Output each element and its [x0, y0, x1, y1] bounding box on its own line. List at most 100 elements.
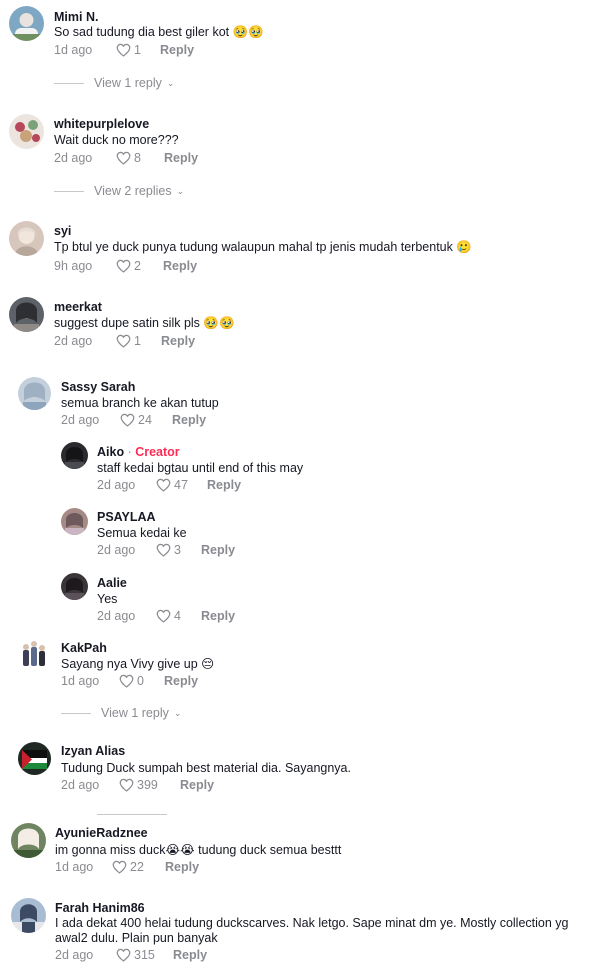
divider-line — [54, 190, 84, 192]
comment-time: 9h ago — [54, 259, 93, 273]
like-button[interactable]: 0 — [119, 674, 144, 688]
comment-text: Semua kedai ke — [97, 526, 187, 540]
comment-time: 1d ago — [55, 860, 94, 874]
comment-username[interactable]: Farah Hanim86 — [55, 901, 145, 915]
reply-button[interactable]: Reply — [161, 334, 195, 348]
view-replies-button[interactable]: View 1 reply ⌄ — [54, 76, 174, 90]
heart-icon — [116, 43, 131, 57]
heart-icon — [116, 948, 131, 962]
comment-username[interactable]: Sassy Sarah — [61, 380, 135, 394]
chevron-down-icon: ⌄ — [166, 77, 175, 88]
reply-button[interactable]: Reply — [164, 674, 198, 688]
comment-time: 1d ago — [54, 43, 93, 57]
like-button[interactable]: 4 — [156, 609, 181, 623]
like-button[interactable]: 315 — [116, 948, 155, 962]
avatar[interactable] — [11, 823, 46, 858]
like-count: 3 — [174, 543, 181, 557]
reply-button[interactable]: Reply — [163, 259, 197, 273]
like-button[interactable]: 3 — [156, 543, 181, 557]
divider-line — [61, 712, 91, 714]
comment-username[interactable]: Mimi N. — [54, 10, 98, 24]
comment-time: 2d ago — [55, 948, 94, 962]
heart-icon — [112, 860, 127, 874]
comment-username: Aiko · Creator — [97, 445, 180, 459]
comment-text: suggest dupe satin silk pls 🥹🥹 — [54, 316, 235, 330]
reply-button[interactable]: Reply — [201, 543, 235, 557]
avatar[interactable] — [9, 297, 44, 332]
comment-text: Wait duck no more??? — [54, 133, 179, 147]
avatar[interactable] — [18, 377, 51, 410]
like-count: 4 — [174, 609, 181, 623]
like-button[interactable]: 8 — [116, 151, 141, 165]
comment-time: 2d ago — [54, 151, 93, 165]
view-replies-label[interactable]: View 2 replies — [94, 184, 172, 198]
comment-username[interactable]: KakPah — [61, 641, 107, 655]
reply-button[interactable]: Reply — [164, 151, 198, 165]
heart-icon — [116, 334, 131, 348]
chevron-down-icon: ⌄ — [176, 185, 185, 196]
like-button[interactable]: 1 — [116, 43, 141, 57]
like-count: 399 — [137, 778, 158, 792]
avatar[interactable] — [11, 898, 46, 933]
like-button[interactable]: 24 — [120, 413, 152, 427]
reply-button[interactable]: Reply — [173, 948, 207, 962]
avatar[interactable] — [18, 742, 51, 775]
reply-button[interactable]: Reply — [160, 43, 194, 57]
avatar[interactable] — [9, 114, 44, 149]
heart-icon — [120, 413, 135, 427]
like-count: 8 — [134, 151, 141, 165]
separator-dot: · — [124, 445, 136, 459]
avatar[interactable] — [9, 6, 44, 41]
view-replies-label[interactable]: View 1 reply — [94, 76, 162, 90]
comment-text: Yes — [97, 592, 118, 606]
view-replies-button[interactable]: View 1 reply ⌄ — [61, 706, 181, 720]
comment-time: 2d ago — [97, 609, 136, 623]
divider-line — [54, 82, 84, 84]
view-replies-label[interactable]: View 1 reply — [101, 706, 169, 720]
comment-time: 2d ago — [61, 413, 100, 427]
like-count: 22 — [130, 860, 144, 874]
view-replies-peek — [97, 812, 167, 816]
comment-text: im gonna miss duck😭😭 tudung duck semua b… — [55, 843, 342, 857]
like-button[interactable]: 399 — [119, 778, 158, 792]
heart-icon — [116, 259, 131, 273]
comment-username[interactable]: whitepurplelove — [54, 117, 149, 131]
like-count: 315 — [134, 948, 155, 962]
comment-username[interactable]: PSAYLAA — [97, 510, 156, 524]
comment-text: Sayang nya Vivy give up 😔 — [61, 657, 215, 671]
creator-badge: Creator — [135, 445, 180, 459]
comment-username[interactable]: AyunieRadznee — [55, 826, 148, 840]
reply-button[interactable]: Reply — [165, 860, 199, 874]
heart-icon — [119, 778, 134, 792]
reply-button[interactable]: Reply — [172, 413, 206, 427]
reply-button[interactable]: Reply — [201, 609, 235, 623]
comment-text: So sad tudung dia best giler kot 🥹🥹 — [54, 25, 264, 39]
avatar[interactable] — [61, 442, 88, 469]
like-count: 24 — [138, 413, 152, 427]
reply-username[interactable]: Aiko — [97, 445, 124, 459]
reply-button[interactable]: Reply — [180, 778, 214, 792]
comment-text: Tp btul ye duck punya tudung walaupun ma… — [54, 240, 472, 254]
comment-username[interactable]: Izyan Alias — [61, 744, 125, 758]
comment-time: 2d ago — [54, 334, 93, 348]
comment-time: 1d ago — [61, 674, 100, 688]
heart-icon — [116, 151, 131, 165]
like-button[interactable]: 1 — [116, 334, 141, 348]
like-button[interactable]: 2 — [116, 259, 141, 273]
comment-time: 2d ago — [97, 543, 136, 557]
heart-icon — [156, 543, 171, 557]
comment-username[interactable]: meerkat — [54, 300, 102, 314]
avatar[interactable] — [9, 221, 44, 256]
like-button[interactable]: 22 — [112, 860, 144, 874]
view-replies-button[interactable]: View 2 replies ⌄ — [54, 184, 184, 198]
reply-button[interactable]: Reply — [207, 478, 241, 492]
like-count: 1 — [134, 334, 141, 348]
comment-username[interactable]: Aalie — [97, 576, 127, 590]
like-count: 0 — [137, 674, 144, 688]
avatar[interactable] — [61, 573, 88, 600]
avatar[interactable] — [18, 638, 51, 671]
comment-username[interactable]: syi — [54, 224, 71, 238]
like-button[interactable]: 47 — [156, 478, 188, 492]
comment-text: staff kedai bgtau until end of this may — [97, 461, 304, 475]
avatar[interactable] — [61, 508, 88, 535]
